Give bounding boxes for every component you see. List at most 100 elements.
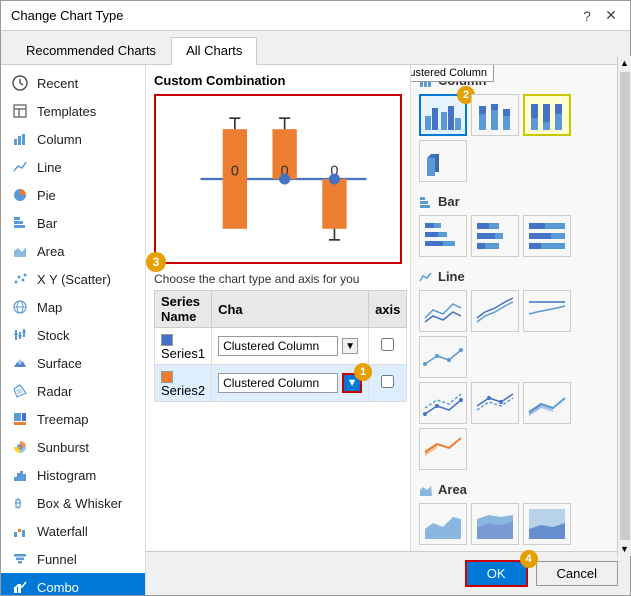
sidebar-item-bar[interactable]: Bar <box>1 209 145 237</box>
thumb-stacked-line[interactable] <box>471 290 519 332</box>
badge-4: 4 <box>520 550 538 568</box>
line-gallery-row <box>419 290 622 378</box>
sidebar-label-waterfall: Waterfall <box>37 524 88 539</box>
sidebar-label-sunburst: Sunburst <box>37 440 89 455</box>
area-chart-icon <box>11 242 29 260</box>
thumb-3d-line[interactable] <box>523 382 571 424</box>
badge-3: 3 <box>146 252 166 272</box>
tab-all-charts[interactable]: All Charts <box>171 37 257 65</box>
choose-text: Choose the chart type and axis for you <box>154 272 402 286</box>
thumb-line[interactable] <box>419 290 467 332</box>
histogram-chart-icon <box>11 466 29 484</box>
area-title-text: Area <box>438 482 467 497</box>
col-series-name: Series Name <box>155 291 212 328</box>
thumb-area[interactable] <box>419 503 467 545</box>
thumb-stacked-bar[interactable] <box>471 215 519 257</box>
series1-chart-type: Clustered Column ▼ <box>212 328 369 365</box>
thumb-100-stacked-line-markers[interactable] <box>471 382 519 424</box>
scroll-down-btn[interactable]: ▼ <box>618 542 631 551</box>
series2-dropdown-btn[interactable]: Clustered Column <box>218 373 338 393</box>
combo-chart-icon <box>11 578 29 595</box>
sidebar-item-histogram[interactable]: Histogram <box>1 461 145 489</box>
line-chart-icon <box>11 158 29 176</box>
bar-chart-icon <box>11 214 29 232</box>
thumb-100-stacked-line[interactable] <box>523 290 571 332</box>
series1-name: Series1 <box>155 328 212 365</box>
thumb-stacked-column[interactable] <box>471 94 519 136</box>
thumb-3d-clustered-column[interactable] <box>419 140 467 182</box>
column-gallery-row: 2 Clustered Column <box>419 94 622 182</box>
thumb-stacked-area[interactable] <box>471 503 519 545</box>
sidebar-label-xy: X Y (Scatter) <box>37 272 111 287</box>
thumb-100-stacked-column[interactable] <box>523 94 571 136</box>
help-button[interactable]: ? <box>578 7 596 25</box>
sidebar-label-box: Box & Whisker <box>37 496 122 511</box>
sidebar-item-pie[interactable]: Pie <box>1 181 145 209</box>
combo-title: Custom Combination <box>154 73 402 88</box>
series2-arrow-container: ▼ 1 <box>342 373 362 393</box>
tab-recommended[interactable]: Recommended Charts <box>11 37 171 64</box>
series2-axis-checkbox[interactable] <box>381 375 394 388</box>
sidebar-label-funnel: Funnel <box>37 552 77 567</box>
area-gallery-row <box>419 503 622 545</box>
combo-area: Custom Combination <box>146 65 410 551</box>
combo-preview-chart: 0 0 <box>154 94 402 264</box>
gallery-line: Line <box>419 269 622 470</box>
sidebar-item-surface[interactable]: Surface <box>1 349 145 377</box>
sidebar-item-area[interactable]: Area <box>1 237 145 265</box>
sidebar-item-templates[interactable]: Templates <box>1 97 145 125</box>
sidebar-item-funnel[interactable]: Funnel <box>1 545 145 573</box>
thumb-container-clustered: 2 Clustered Column <box>419 94 467 136</box>
series2-dropdown: Clustered Column ▼ 1 <box>218 373 362 393</box>
scroll-up-btn[interactable]: ▲ <box>618 65 631 70</box>
thumb-100-stacked-bar[interactable] <box>523 215 571 257</box>
map-chart-icon <box>11 298 29 316</box>
pie-chart-icon <box>11 186 29 204</box>
box-chart-icon <box>11 494 29 512</box>
sidebar-item-stock[interactable]: Stock <box>1 321 145 349</box>
stock-chart-icon <box>11 326 29 344</box>
column-chart-icon <box>11 130 29 148</box>
sidebar-item-xy[interactable]: X Y (Scatter) <box>1 265 145 293</box>
gallery-column: Column 2 <box>419 73 622 182</box>
sidebar-item-column[interactable]: Column <box>1 125 145 153</box>
ok-button[interactable]: OK <box>465 560 528 587</box>
sidebar-item-box[interactable]: Box & Whisker <box>1 489 145 517</box>
bar-section-title: Bar <box>419 194 622 209</box>
close-button[interactable]: ✕ <box>602 7 620 25</box>
thumb-100-stacked-area[interactable] <box>523 503 571 545</box>
treemap-chart-icon <box>11 410 29 428</box>
thumb-3d-line-2[interactable] <box>419 428 467 470</box>
thumb-line-markers[interactable] <box>419 336 467 378</box>
series1-dropdown-btn[interactable]: Clustered Column <box>218 336 338 356</box>
sidebar-label-column: Column <box>37 132 82 147</box>
cancel-button[interactable]: Cancel <box>536 561 618 586</box>
thumb-clustered-bar[interactable] <box>419 215 467 257</box>
sidebar-item-waterfall[interactable]: Waterfall <box>1 517 145 545</box>
sidebar-item-combo[interactable]: Combo <box>1 573 145 595</box>
sidebar-item-line[interactable]: Line <box>1 153 145 181</box>
bar-gallery-row <box>419 215 622 257</box>
series1-color-dot <box>161 334 173 346</box>
gallery-scrollbar[interactable]: ▲ ▼ <box>617 65 630 551</box>
sidebar-item-radar[interactable]: Radar <box>1 377 145 405</box>
sidebar-item-map[interactable]: Map <box>1 293 145 321</box>
sidebar-item-sunburst[interactable]: Sunburst <box>1 433 145 461</box>
area-section-title: Area <box>419 482 622 497</box>
footer: OK 4 Cancel <box>146 551 630 595</box>
sidebar-label-pie: Pie <box>37 188 56 203</box>
sidebar-item-recent[interactable]: Recent <box>1 69 145 97</box>
series1-axis <box>369 328 407 365</box>
tabs-row: Recommended Charts All Charts <box>1 31 630 65</box>
sidebar-label-histogram: Histogram <box>37 468 96 483</box>
scroll-thumb[interactable] <box>620 72 630 540</box>
clustered-column-tooltip: Clustered Column <box>411 65 494 82</box>
ok-container: OK 4 <box>465 560 528 587</box>
series1-axis-checkbox[interactable] <box>381 338 394 351</box>
sidebar-item-treemap[interactable]: Treemap <box>1 405 145 433</box>
series1-dropdown-arrow[interactable]: ▼ <box>342 338 358 354</box>
thumb-stacked-line-markers[interactable] <box>419 382 467 424</box>
sidebar-label-surface: Surface <box>37 356 82 371</box>
gallery-bar: Bar <box>419 194 622 257</box>
sidebar-label-recent: Recent <box>37 76 78 91</box>
